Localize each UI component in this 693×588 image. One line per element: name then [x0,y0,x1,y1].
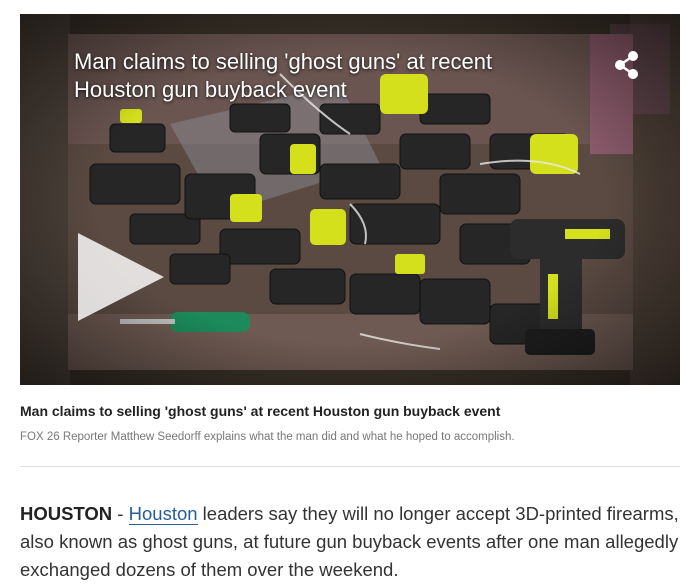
video-player[interactable]: Man claims to selling 'ghost guns' at re… [20,14,680,385]
video-caption-description: FOX 26 Reporter Matthew Seedorff explain… [20,431,515,443]
dateline: HOUSTON [20,503,113,524]
article-lead-paragraph: HOUSTON - Houston leaders say they will … [20,500,680,584]
share-button[interactable] [610,48,644,82]
share-icon [615,51,638,79]
divider [20,466,680,467]
play-icon [78,233,164,321]
video-caption-title: Man claims to selling 'ghost guns' at re… [20,403,501,419]
houston-link[interactable]: Houston [128,503,198,525]
dateline-separator: - [112,503,129,524]
article-page: Man claims to selling 'ghost guns' at re… [0,0,693,588]
video-title: Man claims to selling 'ghost guns' at re… [74,49,493,102]
play-button[interactable] [72,229,172,329]
